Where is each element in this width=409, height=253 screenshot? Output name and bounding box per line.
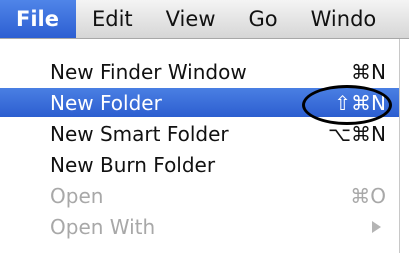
menu-item-label: New Burn Folder (50, 152, 216, 177)
menubar-go[interactable]: Go (233, 0, 295, 38)
menubar-window[interactable]: Windo (295, 0, 394, 38)
menu-item-shortcut: ⌘O (350, 183, 386, 208)
menu-item-new-finder-window[interactable]: New Finder Window ⌘N (0, 57, 399, 86)
menu-item-label: New Folder (50, 90, 162, 115)
file-menu: New Finder Window ⌘N New Folder ⇧⌘N New … (0, 39, 400, 253)
menubar-edit[interactable]: Edit (76, 0, 150, 38)
menu-item-label: Open With (50, 214, 156, 239)
menubar-file[interactable]: File (0, 0, 76, 38)
menu-item-new-burn-folder[interactable]: New Burn Folder (0, 150, 399, 179)
menu-item-label: New Finder Window (50, 59, 247, 84)
menu-item-open: Open ⌘O (0, 181, 399, 210)
menubar-view[interactable]: View (150, 0, 233, 38)
annotation-circle (302, 85, 392, 125)
submenu-arrow-icon (372, 221, 381, 233)
menu-bar: File Edit View Go Windo (0, 0, 409, 39)
menu-item-open-with: Open With (0, 212, 399, 241)
menu-item-label: New Smart Folder (50, 121, 229, 146)
menu-item-label: Open (50, 183, 104, 208)
menu-item-shortcut: ⌘N (351, 59, 386, 84)
